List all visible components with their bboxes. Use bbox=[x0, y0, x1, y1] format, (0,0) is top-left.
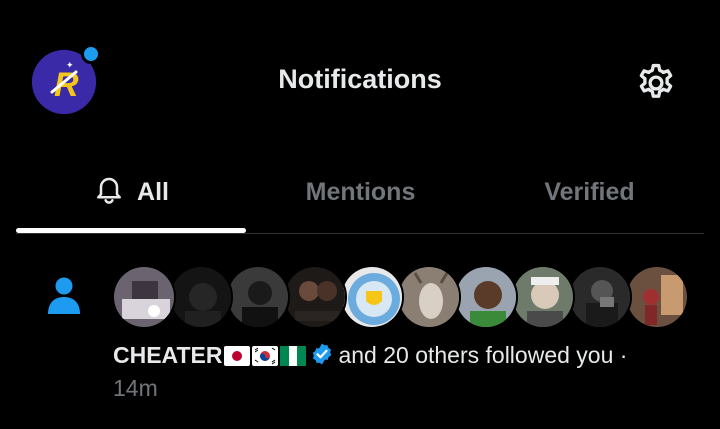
follower-avatar[interactable] bbox=[226, 265, 290, 329]
notification-tabs: All Mentions Verified bbox=[16, 150, 704, 234]
follower-avatar[interactable] bbox=[568, 265, 632, 329]
tab-all[interactable]: All bbox=[16, 150, 246, 234]
person-icon bbox=[46, 276, 82, 321]
verified-badge-icon bbox=[310, 342, 334, 373]
tab-mentions-label: Mentions bbox=[305, 177, 416, 206]
nigeria-flag-icon bbox=[280, 343, 307, 366]
tab-verified[interactable]: Verified bbox=[475, 150, 704, 234]
tab-all-label: All bbox=[137, 177, 169, 206]
tab-verified-label: Verified bbox=[544, 177, 635, 206]
japan-flag-icon bbox=[224, 343, 251, 366]
notification-time: 14m bbox=[113, 375, 158, 401]
notification-text: CHEATER and 20 others followed you · 14m bbox=[113, 340, 713, 403]
settings-gear-icon[interactable] bbox=[634, 61, 678, 105]
bell-icon bbox=[93, 173, 125, 212]
notifications-screen: R ✦ Notifications All Mentions Verified … bbox=[0, 0, 720, 429]
follower-avatar[interactable] bbox=[340, 265, 404, 329]
follow-notification[interactable]: CHEATER and 20 others followed you · 14m bbox=[0, 250, 720, 410]
unread-dot bbox=[81, 44, 101, 64]
follower-avatar[interactable] bbox=[511, 265, 575, 329]
tab-mentions[interactable]: Mentions bbox=[246, 150, 475, 234]
south-korea-flag-icon bbox=[252, 343, 279, 366]
follower-avatar[interactable] bbox=[454, 265, 518, 329]
follower-avatar[interactable] bbox=[397, 265, 461, 329]
notification-message: and 20 others followed you · bbox=[338, 342, 628, 368]
follower-avatar[interactable] bbox=[283, 265, 347, 329]
page-title: Notifications bbox=[278, 64, 442, 94]
follower-avatar[interactable] bbox=[625, 265, 689, 329]
follower-name[interactable]: CHEATER bbox=[113, 342, 222, 368]
tabs-divider bbox=[16, 233, 704, 234]
follower-avatar[interactable] bbox=[169, 265, 233, 329]
follower-avatar[interactable] bbox=[112, 265, 176, 329]
